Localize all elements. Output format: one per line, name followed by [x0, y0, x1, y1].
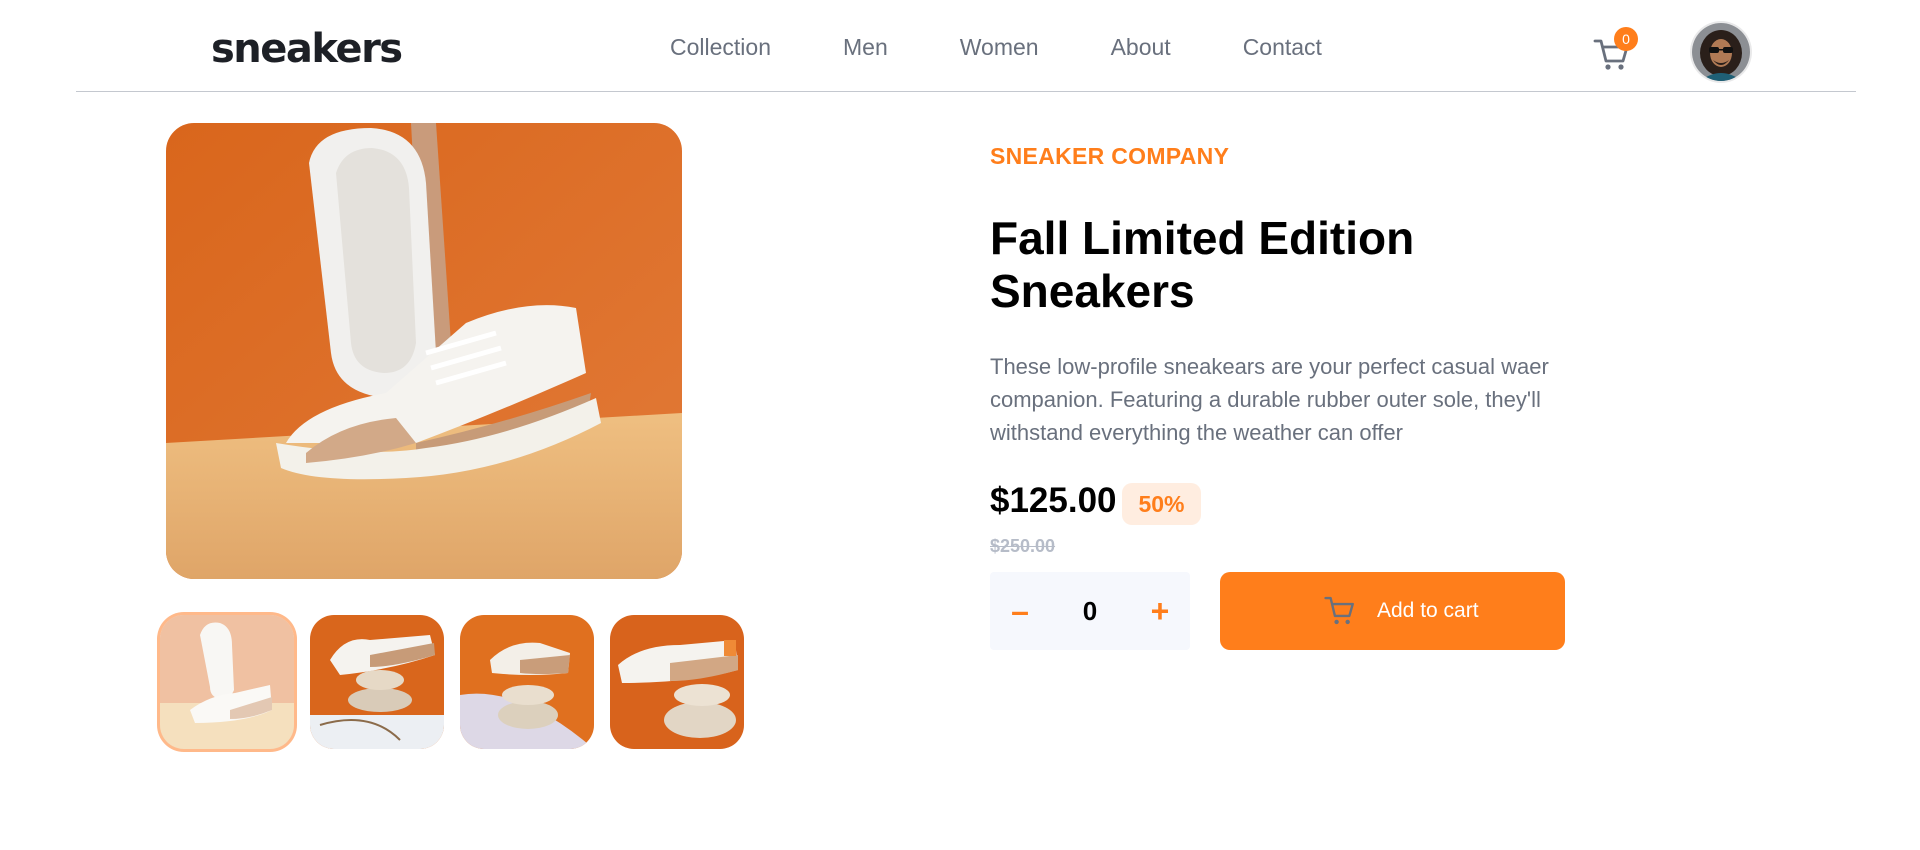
nav-item-women[interactable]: Women [960, 34, 1039, 61]
nav-item-contact[interactable]: Contact [1243, 34, 1322, 61]
increase-quantity-button[interactable]: + [1130, 572, 1190, 650]
original-price: $250.00 [990, 536, 1056, 556]
thumbnail-image [460, 615, 594, 749]
nav-item-men[interactable]: Men [843, 34, 888, 61]
user-avatar[interactable] [1692, 23, 1750, 81]
product-description: These low-profile sneakears are your per… [990, 354, 1549, 445]
discount-badge: 50% [1122, 483, 1201, 525]
avatar-image [1692, 23, 1750, 81]
logo[interactable]: sneakers [211, 26, 403, 72]
quantity-stepper: – 0 + [990, 572, 1190, 650]
decrease-quantity-button[interactable]: – [990, 572, 1050, 650]
quantity-value: 0 [1082, 596, 1098, 626]
thumbnail-image [160, 615, 294, 749]
sneaker-photo [166, 123, 682, 579]
add-to-cart-label: Add to cart [1377, 599, 1479, 622]
thumbnail-image [610, 615, 744, 749]
add-to-cart-button[interactable]: Add to cart [1220, 572, 1565, 650]
thumbnail-3[interactable] [460, 615, 594, 749]
nav-item-about[interactable]: About [1111, 34, 1171, 61]
company-name: SNEAKER COMPANY [990, 143, 1230, 169]
product-main-image[interactable] [166, 123, 682, 579]
cart-button[interactable]: 0 [1592, 27, 1638, 73]
thumbnail-1[interactable] [160, 615, 294, 749]
site-header: sneakers Collection Men Women About Cont… [76, 0, 1856, 92]
thumbnail-image [310, 615, 444, 749]
nav-item-collection[interactable]: Collection [670, 34, 771, 61]
cart-count-badge: 0 [1614, 27, 1638, 51]
cart-icon [1324, 596, 1354, 625]
thumbnail-4[interactable] [610, 615, 744, 749]
current-price: $125.00 [990, 481, 1117, 520]
main-nav: Collection Men Women About Contact [670, 34, 1394, 61]
product-title: Fall Limited Edition Sneakers [990, 212, 1415, 317]
thumbnail-2[interactable] [310, 615, 444, 749]
